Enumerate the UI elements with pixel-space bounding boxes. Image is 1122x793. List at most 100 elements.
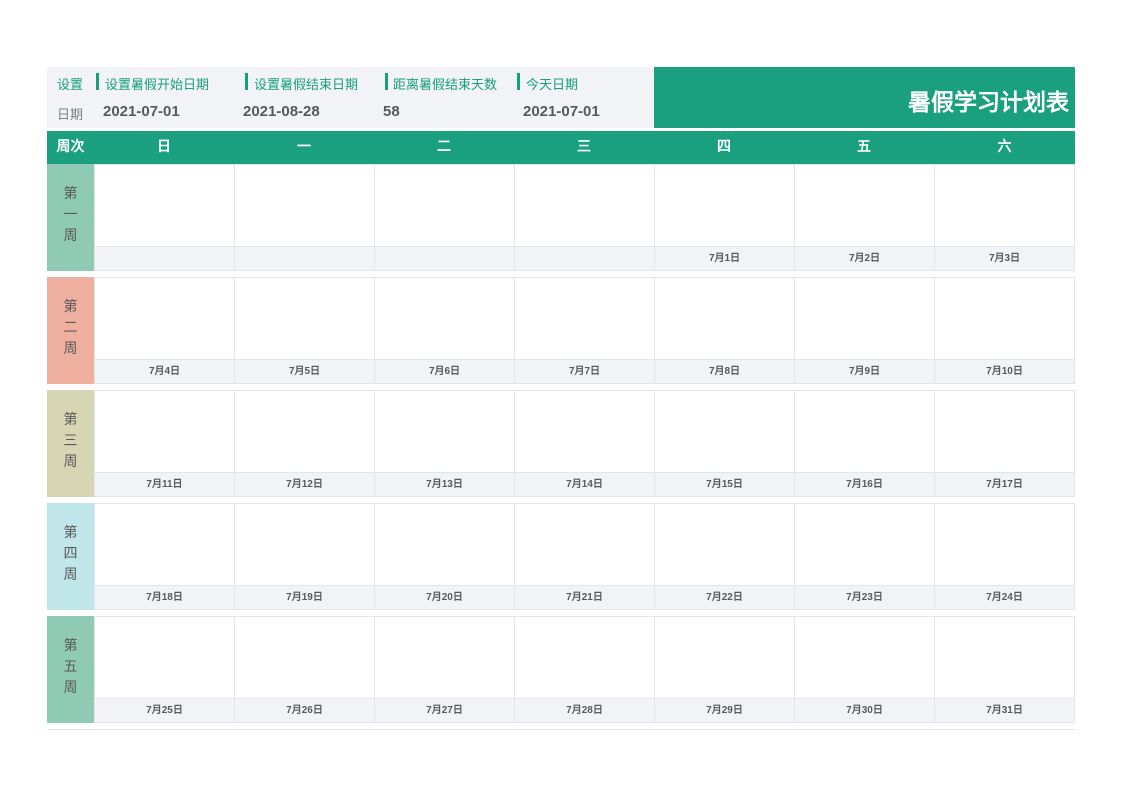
day-cell[interactable]: 7月24日 — [935, 504, 1074, 609]
day-cell[interactable]: 7月11日 — [95, 391, 235, 496]
day-date: 7月18日 — [95, 585, 234, 609]
weekday-header-row: 周次 日 一 二 三 四 五 六 — [47, 131, 1075, 164]
day-cell[interactable]: 7月27日 — [375, 617, 515, 722]
day-cell[interactable]: 7月31日 — [935, 617, 1074, 722]
week-days: 7月4日 7月5日 7月6日 7月7日 7月8日 7月9日 7月10日 — [94, 277, 1075, 384]
day-cell[interactable] — [235, 165, 375, 270]
day-cell[interactable]: 7月5日 — [235, 278, 375, 383]
day-cell[interactable]: 7月29日 — [655, 617, 795, 722]
day-cell[interactable]: 7月30日 — [795, 617, 935, 722]
day-date: 7月30日 — [795, 698, 934, 722]
day-date: 7月21日 — [515, 585, 654, 609]
week-block: 第四周 7月18日 7月19日 7月20日 7月21日 7月22日 7月23日 7月24日 — [47, 503, 1075, 610]
weekday-header: 六 — [997, 139, 1012, 155]
day-cell[interactable]: 7月15日 — [655, 391, 795, 496]
day-date — [375, 246, 514, 270]
week-label-char: 四 — [63, 546, 78, 562]
day-cell[interactable]: 7月13日 — [375, 391, 515, 496]
week-label-char: 二 — [63, 320, 78, 336]
week-block: 第五周 7月25日 7月26日 7月27日 7月28日 7月29日 7月30日 7月31日 — [47, 616, 1075, 723]
label-marker — [385, 73, 388, 90]
day-cell[interactable]: 7月26日 — [235, 617, 375, 722]
day-cell[interactable]: 7月6日 — [375, 278, 515, 383]
weekday-header: 日 — [157, 139, 171, 155]
day-date: 7月14日 — [515, 472, 654, 496]
week-label: 第五周 — [47, 616, 94, 723]
day-date: 7月2日 — [795, 246, 934, 270]
week-label-char: 周 — [63, 454, 78, 470]
week-label-char: 第 — [63, 412, 78, 428]
day-date — [95, 246, 234, 270]
day-cell[interactable]: 7月21日 — [515, 504, 655, 609]
day-cell[interactable]: 7月14日 — [515, 391, 655, 496]
day-cell[interactable]: 7月25日 — [95, 617, 235, 722]
week-label-char: 周 — [63, 567, 78, 583]
day-date: 7月1日 — [655, 246, 794, 270]
day-cell[interactable]: 7月10日 — [935, 278, 1074, 383]
day-cell[interactable]: 7月17日 — [935, 391, 1074, 496]
day-cell[interactable]: 7月16日 — [795, 391, 935, 496]
day-cell[interactable]: 7月1日 — [655, 165, 795, 270]
week-label-char: 周 — [63, 228, 78, 244]
week-label-char: 第 — [63, 525, 78, 541]
label-marker — [96, 73, 99, 90]
day-cell[interactable]: 7月12日 — [235, 391, 375, 496]
day-date: 7月3日 — [935, 246, 1074, 270]
days-remaining-label: 距离暑假结束天数 — [393, 78, 498, 93]
settings-row-label: 设置 — [57, 78, 84, 93]
end-date-label: 设置暑假结束日期 — [254, 78, 359, 93]
day-cell[interactable]: 7月7日 — [515, 278, 655, 383]
week-block: 第一周 7月1日 7月2日 7月3日 — [47, 164, 1075, 271]
week-label-char: 三 — [63, 433, 78, 449]
day-date: 7月31日 — [935, 698, 1074, 722]
day-cell[interactable]: 7月28日 — [515, 617, 655, 722]
day-date: 7月22日 — [655, 585, 794, 609]
week-label-char: 五 — [63, 659, 78, 675]
day-cell[interactable]: 7月20日 — [375, 504, 515, 609]
label-marker — [245, 73, 248, 90]
week-label: 第二周 — [47, 277, 94, 384]
end-date-value[interactable]: 2021-08-28 — [243, 103, 320, 120]
day-cell[interactable]: 7月3日 — [935, 165, 1074, 270]
day-date: 7月13日 — [375, 472, 514, 496]
day-cell[interactable]: 7月18日 — [95, 504, 235, 609]
day-date: 7月9日 — [795, 359, 934, 383]
day-cell[interactable]: 7月9日 — [795, 278, 935, 383]
week-label: 第四周 — [47, 503, 94, 610]
weekday-header: 四 — [717, 139, 731, 155]
day-date: 7月19日 — [235, 585, 374, 609]
day-cell[interactable]: 7月22日 — [655, 504, 795, 609]
week-days: 7月11日 7月12日 7月13日 7月14日 7月15日 7月16日 7月17日 — [94, 390, 1075, 497]
week-days: 7月1日 7月2日 7月3日 — [94, 164, 1075, 271]
bottom-divider — [47, 729, 1075, 730]
day-cell[interactable] — [375, 165, 515, 270]
day-date: 7月5日 — [235, 359, 374, 383]
day-date: 7月12日 — [235, 472, 374, 496]
today-label: 今天日期 — [526, 78, 579, 93]
day-date: 7月7日 — [515, 359, 654, 383]
week-days: 7月25日 7月26日 7月27日 7月28日 7月29日 7月30日 7月31日 — [94, 616, 1075, 723]
weekday-header: 一 — [297, 139, 311, 155]
week-label-char: 第 — [63, 638, 78, 654]
day-date: 7月4日 — [95, 359, 234, 383]
settings-panel: 设置 日期 设置暑假开始日期 2021-07-01 设置暑假结束日期 2021-… — [47, 67, 653, 128]
start-date-value[interactable]: 2021-07-01 — [103, 103, 180, 120]
week-days: 7月18日 7月19日 7月20日 7月21日 7月22日 7月23日 7月24日 — [94, 503, 1075, 610]
day-date: 7月27日 — [375, 698, 514, 722]
day-cell[interactable]: 7月23日 — [795, 504, 935, 609]
day-date: 7月10日 — [935, 359, 1074, 383]
day-cell[interactable]: 7月19日 — [235, 504, 375, 609]
week-label-char: 第 — [63, 186, 78, 202]
day-cell[interactable]: 7月2日 — [795, 165, 935, 270]
page-title: 暑假学习计划表 — [908, 90, 1069, 116]
days-remaining-value: 58 — [383, 103, 400, 120]
day-date: 7月16日 — [795, 472, 934, 496]
day-cell[interactable] — [95, 165, 235, 270]
day-cell[interactable]: 7月8日 — [655, 278, 795, 383]
weekday-header: 三 — [577, 139, 591, 155]
day-date — [515, 246, 654, 270]
day-cell[interactable]: 7月4日 — [95, 278, 235, 383]
week-label-char: 第 — [63, 299, 78, 315]
day-date: 7月11日 — [95, 472, 234, 496]
day-cell[interactable] — [515, 165, 655, 270]
